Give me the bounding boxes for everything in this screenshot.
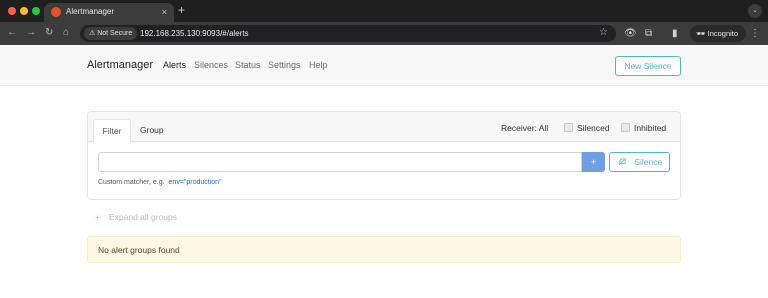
close-window-button[interactable] [8, 7, 16, 15]
brand-logo[interactable]: Alertmanager [87, 59, 153, 72]
browser-toolbar: ← → ↻ ⌂ ⚠ Not Secure 192.168.235.130:909… [0, 22, 768, 45]
silenced-label[interactable]: Silenced [577, 123, 610, 134]
nav-link-alerts[interactable]: Alerts [163, 60, 186, 71]
nav-link-silences[interactable]: Silences [194, 60, 228, 71]
tab-search-chevron-icon[interactable]: ⌄ [748, 4, 762, 18]
url-text[interactable]: 192.168.235.130:9093/#/alerts [140, 28, 249, 39]
silenced-checkbox[interactable] [564, 123, 573, 132]
expand-all-groups-button[interactable]: + Expand all groups [95, 212, 177, 223]
plus-icon: + [95, 212, 100, 222]
forward-button[interactable]: → [26, 26, 36, 40]
tab-close-icon[interactable]: × [162, 6, 167, 18]
empty-state-alert: No alert groups found [87, 236, 681, 263]
back-button[interactable]: ← [7, 26, 17, 40]
inhibited-checkbox[interactable] [621, 123, 630, 132]
nav-link-settings[interactable]: Settings [268, 60, 301, 71]
reload-button[interactable]: ↻ [45, 26, 53, 40]
browser-tab[interactable]: Alertmanager × [44, 3, 174, 22]
new-silence-button[interactable]: New Silence [615, 56, 681, 76]
empty-state-message: No alert groups found [98, 245, 180, 255]
eye-off-icon[interactable]: 👁 [624, 27, 637, 40]
incognito-label: Incognito [707, 29, 739, 38]
silence-button-label: Silence [634, 157, 663, 167]
matcher-hint: Custom matcher, e.g. env="production" [98, 178, 222, 187]
incognito-badge[interactable]: 🕶 Incognito [690, 25, 746, 42]
app-navbar: Alertmanager Alerts Silences Status Sett… [0, 45, 768, 86]
filter-card-header: Filter Group Receiver: All Silenced Inhi… [88, 112, 680, 143]
browser-menu-icon[interactable]: ⋮ [750, 27, 760, 40]
tab-title: Alertmanager [66, 7, 115, 16]
extensions-icon[interactable]: ⧉ [645, 27, 652, 40]
new-tab-button[interactable]: + [178, 3, 185, 17]
minimize-window-button[interactable] [20, 7, 28, 15]
browser-tab-bar: Alertmanager × + ⌄ [0, 0, 768, 22]
receiver-select[interactable]: Receiver: All [501, 123, 548, 134]
address-bar[interactable]: ⚠ Not Secure 192.168.235.130:9093/#/aler… [80, 25, 616, 42]
expand-all-groups-label: Expand all groups [108, 212, 178, 222]
tab-filter[interactable]: Filter [93, 119, 131, 143]
tab-group[interactable]: Group [140, 125, 164, 136]
hint-example: env="production" [168, 179, 222, 186]
matcher-input[interactable] [98, 152, 582, 172]
silence-button[interactable]: Silence [609, 152, 670, 172]
bookmark-star-icon[interactable]: ☆ [599, 27, 608, 39]
not-secure-badge[interactable]: ⚠ Not Secure [84, 27, 138, 40]
maximize-window-button[interactable] [32, 7, 40, 15]
nav-link-help[interactable]: Help [309, 60, 328, 71]
incognito-icon: 🕶 [696, 29, 706, 38]
bell-slash-icon [618, 157, 629, 167]
nav-link-status[interactable]: Status [235, 60, 261, 71]
alertmanager-favicon-icon [51, 7, 61, 17]
home-button[interactable]: ⌂ [63, 26, 69, 40]
add-matcher-button[interactable]: + [582, 152, 605, 172]
side-panel-icon[interactable]: ▮ [672, 27, 678, 40]
hint-label: Custom matcher, e.g. [98, 179, 165, 186]
filter-card: Filter Group Receiver: All Silenced Inhi… [87, 111, 681, 200]
inhibited-label[interactable]: Inhibited [634, 123, 666, 134]
